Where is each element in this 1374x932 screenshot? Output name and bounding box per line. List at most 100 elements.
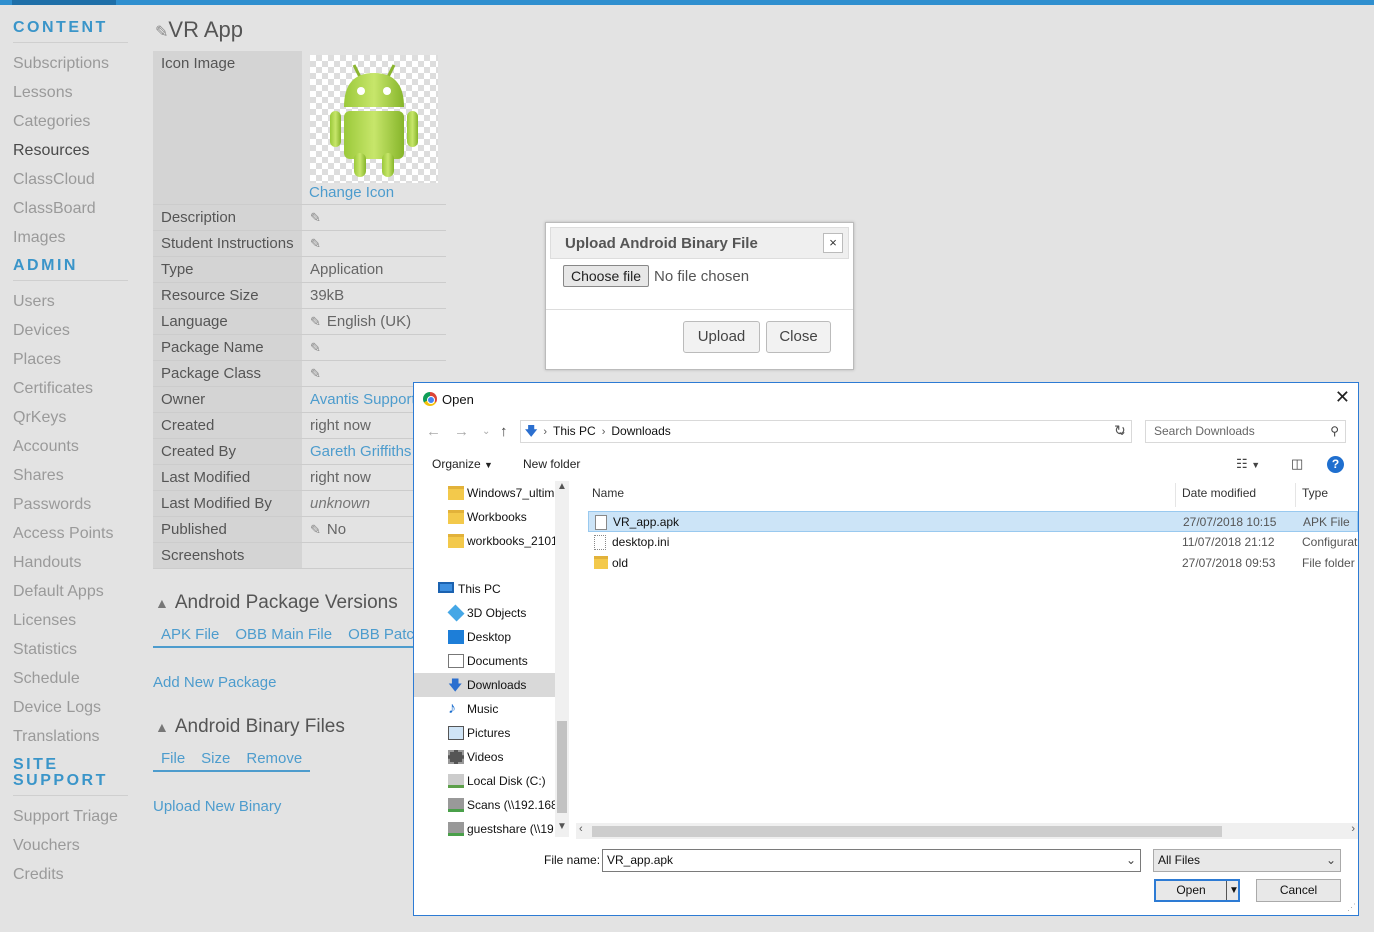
pencil-icon[interactable]: ✎ — [310, 314, 321, 329]
nav-item-3d-objects[interactable]: 3D Objects — [414, 601, 556, 625]
column-type[interactable]: Type — [1302, 486, 1328, 500]
tab-apk-file[interactable]: APK File — [153, 622, 227, 646]
scroll-left-icon[interactable]: ‹ — [579, 823, 583, 835]
file-row[interactable]: desktop.ini 11/07/2018 21:12 Configurati — [588, 532, 1358, 553]
cancel-button[interactable]: Cancel — [1256, 879, 1341, 902]
sidebar-item-users[interactable]: Users — [13, 287, 128, 316]
sidebar-item-accounts[interactable]: Accounts — [13, 432, 128, 461]
nav-item-downloads[interactable]: 🡇 Downloads — [414, 673, 556, 697]
address-bar[interactable]: 🡇 › This PC › Downloads ⌄ — [520, 420, 1132, 443]
sidebar-item-shares[interactable]: Shares — [13, 461, 128, 490]
nav-item-workbooks[interactable]: Workbooks — [414, 505, 556, 529]
choose-file-button[interactable]: Choose file — [563, 265, 650, 287]
add-package-link[interactable]: Add New Package — [153, 674, 276, 691]
file-type-filter[interactable]: All Files ⌄ — [1153, 849, 1341, 872]
horizontal-scrollbar[interactable]: ‹ › — [576, 823, 1358, 839]
sidebar-item-passwords[interactable]: Passwords — [13, 490, 128, 519]
resize-grip-icon[interactable]: ⋰ — [1347, 902, 1356, 913]
column-divider[interactable] — [1175, 483, 1176, 507]
refresh-icon[interactable]: ↻ — [1114, 422, 1126, 439]
nav-item-local-disk-c[interactable]: Local Disk (C:) — [414, 769, 556, 793]
search-input[interactable]: Search Downloads ⚲ — [1145, 420, 1346, 443]
sidebar-item-vouchers[interactable]: Vouchers — [13, 831, 128, 860]
column-name[interactable]: Name — [592, 486, 624, 500]
nav-item-workbooks-2101[interactable]: workbooks_2101 — [414, 529, 556, 553]
sidebar-item-access-points[interactable]: Access Points — [13, 519, 128, 548]
tab-size[interactable]: Size — [193, 746, 238, 770]
nav-item-videos[interactable]: Videos — [414, 745, 556, 769]
new-folder-button[interactable]: New folder — [523, 457, 580, 471]
breadcrumb-downloads[interactable]: Downloads — [611, 424, 670, 438]
collapse-triangle-icon[interactable]: ▲ — [155, 719, 169, 735]
sidebar-item-default-apps[interactable]: Default Apps — [13, 577, 128, 606]
file-row[interactable]: old 27/07/2018 09:53 File folder — [588, 553, 1358, 574]
sidebar-item-subscriptions[interactable]: Subscriptions — [13, 49, 128, 78]
sidebar-item-places[interactable]: Places — [13, 345, 128, 374]
sidebar-item-categories[interactable]: Categories — [13, 107, 128, 136]
scrollbar-thumb[interactable] — [592, 826, 1222, 837]
pencil-icon[interactable]: ✎ — [155, 24, 168, 41]
change-view-icon[interactable]: ☷ ▼ — [1236, 456, 1260, 472]
navigation-scrollbar[interactable]: ▲ ▼ — [555, 481, 569, 837]
upload-button[interactable]: Upload — [683, 321, 760, 353]
file-row[interactable]: VR_app.apk 27/07/2018 10:15 APK File — [588, 511, 1358, 532]
scroll-up-icon[interactable]: ▲ — [557, 481, 567, 492]
nav-item-guestshare-19[interactable]: guestshare (\\19 — [414, 817, 556, 837]
sidebar-item-classcloud[interactable]: ClassCloud — [13, 165, 128, 194]
sidebar-item-certificates[interactable]: Certificates — [13, 374, 128, 403]
close-button[interactable]: Close — [766, 321, 831, 353]
sidebar-item-schedule[interactable]: Schedule — [13, 664, 128, 693]
sidebar-item-licenses[interactable]: Licenses — [13, 606, 128, 635]
column-date-modified[interactable]: Date modified — [1182, 486, 1256, 500]
tab-obb-patch-file[interactable]: OBB Patch File — [340, 622, 418, 646]
sidebar-item-devices[interactable]: Devices — [13, 316, 128, 345]
file-name-input[interactable]: VR_app.apk ⌄ — [602, 849, 1141, 872]
sidebar-item-qrkeys[interactable]: QrKeys — [13, 403, 128, 432]
pencil-icon[interactable]: ✎ — [310, 236, 321, 251]
tab-file[interactable]: File — [153, 746, 193, 770]
pencil-icon[interactable]: ✎ — [310, 522, 321, 537]
pencil-icon[interactable]: ✎ — [310, 210, 321, 225]
change-icon-link[interactable]: Change Icon — [309, 184, 446, 202]
open-button[interactable]: Open ▼ — [1154, 879, 1240, 902]
forward-arrow-icon[interactable]: → — [454, 423, 469, 440]
sidebar-item-device-logs[interactable]: Device Logs — [13, 693, 128, 722]
sidebar-item-lessons[interactable]: Lessons — [13, 78, 128, 107]
sidebar-item-translations[interactable]: Translations — [13, 722, 128, 751]
nav-item-desktop[interactable]: Desktop — [414, 625, 556, 649]
nav-item-documents[interactable]: Documents — [414, 649, 556, 673]
pencil-icon[interactable]: ✎ — [310, 366, 321, 381]
sidebar-item-resources[interactable]: Resources — [13, 136, 128, 165]
sidebar-item-statistics[interactable]: Statistics — [13, 635, 128, 664]
upload-binary-link[interactable]: Upload New Binary — [153, 798, 281, 815]
tab-remove[interactable]: Remove — [238, 746, 310, 770]
sidebar-item-currencies[interactable]: Currencies — [13, 889, 128, 894]
sidebar-item-images[interactable]: Images — [13, 223, 128, 252]
sidebar-item-classboard[interactable]: ClassBoard — [13, 194, 128, 223]
modal-close-icon[interactable]: × — [823, 233, 843, 253]
sidebar-item-support-triage[interactable]: Support Triage — [13, 802, 128, 831]
pencil-icon[interactable]: ✎ — [310, 340, 321, 355]
help-icon[interactable]: ? — [1327, 456, 1344, 473]
sidebar-item-credits[interactable]: Credits — [13, 860, 128, 889]
chevron-down-icon[interactable]: ⌄ — [1326, 850, 1336, 871]
chevron-down-icon[interactable]: ⌄ — [1126, 850, 1136, 871]
nav-item-scans-192-168[interactable]: Scans (\\192.168 — [414, 793, 556, 817]
dialog-close-icon[interactable]: ✕ — [1335, 387, 1350, 408]
scrollbar-thumb[interactable] — [557, 721, 567, 813]
back-arrow-icon[interactable]: ← — [426, 423, 441, 440]
recent-locations-chevron-icon[interactable]: ⌄ — [482, 426, 490, 437]
preview-pane-icon[interactable]: ◫ — [1291, 456, 1303, 472]
sidebar-item-handouts[interactable]: Handouts — [13, 548, 128, 577]
up-arrow-icon[interactable]: ↑ — [500, 423, 508, 440]
scroll-down-icon[interactable]: ▼ — [557, 821, 567, 832]
column-divider[interactable] — [1295, 483, 1296, 507]
organize-button[interactable]: Organize ▼ — [432, 457, 493, 471]
collapse-triangle-icon[interactable]: ▲ — [155, 595, 169, 611]
chevron-down-icon[interactable]: ▼ — [1229, 881, 1239, 900]
scroll-right-icon[interactable]: › — [1351, 823, 1355, 835]
property-value-link[interactable]: Avantis Support — [310, 391, 416, 408]
nav-item-pictures[interactable]: Pictures — [414, 721, 556, 745]
nav-item-windows7-ultim[interactable]: Windows7_ultim — [414, 481, 556, 505]
nav-item-this-pc[interactable]: This PC — [414, 577, 556, 601]
